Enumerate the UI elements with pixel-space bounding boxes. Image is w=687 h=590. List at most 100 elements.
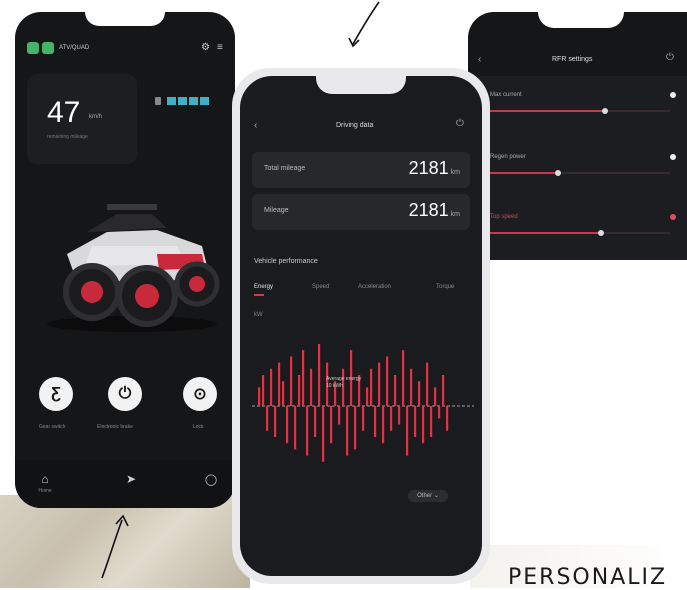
energy-bar	[302, 350, 305, 406]
energy-bar	[290, 356, 293, 406]
battery-segment	[167, 97, 176, 105]
energy-bar	[386, 356, 389, 406]
headline-text: PERSONALIZ	[508, 565, 668, 590]
setting-slider[interactable]	[490, 230, 670, 236]
speed-card: 47 km/h remaining mileage	[27, 74, 137, 164]
setting-slider[interactable]	[490, 170, 670, 176]
power-icon[interactable]: ⏻	[456, 118, 464, 129]
nav-navigation[interactable]: ➤	[119, 470, 143, 488]
mileage-unit: km	[450, 211, 460, 218]
energy-bar	[426, 362, 429, 406]
slider-fill	[490, 232, 598, 234]
home-screen-phone: ATV/QUAD ⚙ ≡ 47 km/h remaining mileage Ƹ…	[15, 12, 235, 508]
setting-toggle[interactable]	[670, 214, 676, 220]
total-mileage-card: Total mileage 2181 km	[252, 152, 470, 188]
power-icon: ⏻	[118, 385, 132, 402]
energy-bar	[434, 387, 437, 406]
app-logo-icon-2	[42, 42, 54, 54]
energy-bar	[266, 406, 269, 431]
slider-knob[interactable]	[554, 170, 561, 176]
total-mileage-value: 2181	[408, 158, 449, 178]
annotation-line1: Average energy	[326, 376, 362, 382]
energy-bar	[330, 406, 333, 444]
setting-toggle[interactable]	[670, 92, 676, 98]
phone-notch	[538, 12, 624, 28]
y-axis-unit: kW	[254, 312, 263, 318]
energy-bar	[258, 387, 261, 406]
chart-annotation: Average energy 10 kWh	[326, 376, 361, 390]
energy-bar	[354, 406, 357, 450]
phone-screen: ‹ Driving data ⏻ Total mileage 2181 km Mi…	[240, 76, 482, 576]
arrow-top-icon	[348, 1, 380, 48]
energy-bar	[398, 406, 401, 425]
gear-switch-label: Gear switch	[39, 424, 66, 430]
screen-title: Driving data	[336, 122, 374, 129]
filter-label: Other	[417, 493, 433, 499]
battery-icon	[155, 97, 161, 105]
battery-segment	[178, 97, 187, 105]
slider-knob[interactable]	[598, 230, 604, 236]
gear-switch-button[interactable]: Ƹ	[39, 377, 73, 411]
slider-fill	[490, 172, 555, 174]
steering-label: Lock	[193, 424, 204, 430]
total-mileage-value-box: 2181 km	[409, 158, 460, 179]
energy-bar	[378, 362, 381, 406]
steering-button[interactable]: ⊙	[183, 377, 217, 411]
energy-bar	[274, 406, 277, 437]
setting-slider[interactable]	[490, 108, 670, 114]
power-label: Electronic brake	[97, 424, 133, 430]
mileage-value: 2181	[408, 200, 449, 220]
tab-speed[interactable]: Speed	[312, 284, 329, 290]
settings-title: RFR settings	[552, 56, 593, 63]
driving-data-phone: ‹ Driving data ⏻ Total mileage 2181 km Mi…	[232, 68, 490, 584]
arrow-bottom-icon	[101, 514, 129, 579]
energy-bar	[370, 368, 373, 406]
nav-home[interactable]: ⌂ Home	[33, 470, 57, 494]
slider-knob[interactable]	[601, 108, 608, 114]
back-icon[interactable]: ‹	[478, 54, 481, 65]
speed-unit: km/h	[89, 114, 103, 120]
energy-bar	[390, 406, 393, 431]
energy-bar	[366, 387, 369, 406]
menu-icon[interactable]: ≡	[217, 42, 223, 53]
energy-bar	[402, 350, 405, 406]
tab-acceleration[interactable]: Acceleration	[358, 284, 391, 290]
back-icon[interactable]: ‹	[254, 120, 257, 131]
energy-bar	[438, 406, 441, 419]
gear-switch-icon: Ƹ	[51, 385, 61, 402]
setting-label: Regen power	[490, 154, 526, 160]
nav-chat[interactable]: ◯	[199, 470, 223, 488]
energy-bar	[422, 406, 425, 444]
home-icon: ⌂	[41, 472, 49, 486]
tab-torque[interactable]: Torque	[436, 284, 454, 290]
annotation-line2: 10 kWh	[326, 383, 343, 389]
chat-icon: ◯	[204, 474, 218, 486]
chevron-down-icon: ⌄	[433, 493, 439, 499]
energy-bar	[314, 406, 317, 437]
power-icon[interactable]: ⏻	[666, 52, 674, 63]
energy-bar	[410, 368, 413, 406]
battery-indicator	[155, 96, 217, 106]
tab-energy[interactable]: Energy	[254, 284, 273, 290]
total-mileage-label: Total mileage	[264, 165, 306, 172]
bottom-nav: ⌂ Home ➤ ◯	[15, 460, 235, 508]
total-mileage-unit: km	[450, 169, 460, 176]
setting-toggle[interactable]	[670, 154, 676, 160]
power-button[interactable]: ⏻	[108, 377, 142, 411]
energy-bar	[418, 381, 421, 406]
steering-icon: ⊙	[193, 386, 207, 403]
setting-label: Max current	[490, 92, 522, 98]
atv-vehicle-image	[47, 204, 220, 332]
energy-bar	[394, 375, 397, 406]
settings-icon[interactable]: ⚙	[201, 42, 210, 53]
phone-notch	[316, 76, 406, 94]
header-title: ATV/QUAD	[59, 45, 90, 51]
tab-indicator	[254, 294, 264, 296]
energy-bar	[270, 368, 273, 406]
setting-label: Top speed	[490, 214, 518, 220]
filter-button[interactable]: Other ⌄	[408, 490, 448, 502]
energy-bar	[446, 406, 449, 431]
energy-bar	[414, 406, 417, 437]
energy-bar	[306, 406, 309, 456]
energy-bar	[382, 406, 385, 444]
